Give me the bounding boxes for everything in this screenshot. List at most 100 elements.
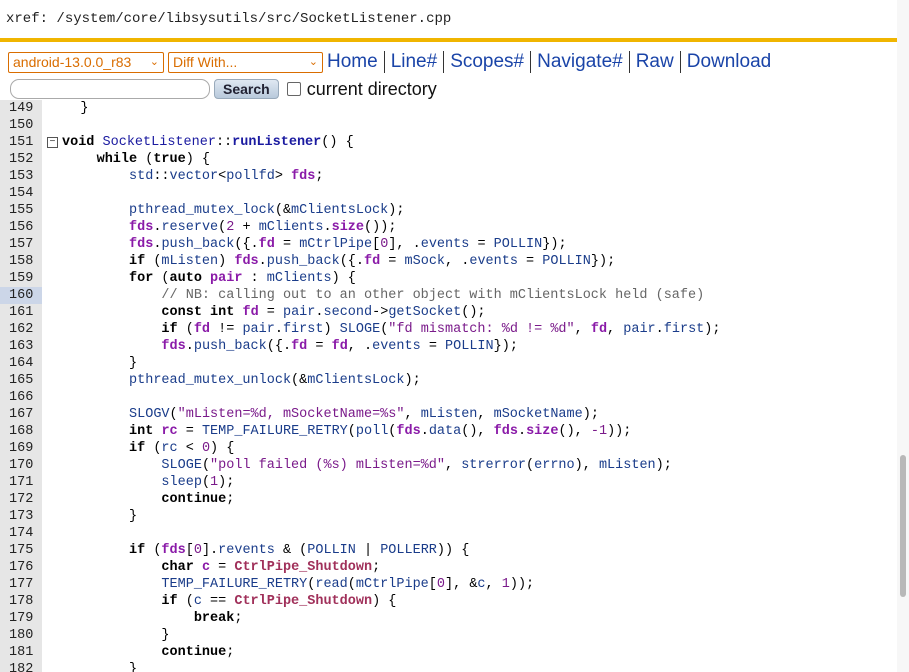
code-line: 158 if (mListen) fds.push_back({.fd = mS… xyxy=(0,253,897,270)
code-line: 155 pthread_mutex_lock(&mClientsLock); xyxy=(0,202,897,219)
line-number[interactable]: 172 xyxy=(0,491,42,508)
home-link[interactable]: Home xyxy=(327,51,378,73)
divider xyxy=(443,51,445,73)
line-number[interactable]: 163 xyxy=(0,338,42,355)
line-number[interactable]: 160 xyxy=(0,287,42,304)
code-line: 152 while (true) { xyxy=(0,151,897,168)
download-link[interactable]: Download xyxy=(687,51,772,73)
code-line: 157 fds.push_back({.fd = mCtrlPipe[0], .… xyxy=(0,236,897,253)
line-number[interactable]: 173 xyxy=(0,508,42,525)
line-number[interactable]: 161 xyxy=(0,304,42,321)
line-number[interactable]: 175 xyxy=(0,542,42,559)
line-number[interactable]: 174 xyxy=(0,525,42,542)
code-text: continue; xyxy=(161,645,235,660)
code-line: 166 xyxy=(0,389,897,406)
code-text: if (c == CtrlPipe_Shutdown) { xyxy=(161,594,397,609)
code-line: 163 fds.push_back({.fd = fd, .events = P… xyxy=(0,338,897,355)
code-line: 171 sleep(1); xyxy=(0,474,897,491)
line-number[interactable]: 150 xyxy=(0,117,42,134)
chevron-down-icon: ⌄ xyxy=(308,55,318,68)
line-number[interactable]: 166 xyxy=(0,389,42,406)
line-number[interactable]: 159 xyxy=(0,270,42,287)
code-line: 178 if (c == CtrlPipe_Shutdown) { xyxy=(0,593,897,610)
search-input[interactable] xyxy=(10,79,210,99)
line-number[interactable]: 170 xyxy=(0,457,42,474)
code-text: fds.reserve(2 + mClients.size()); xyxy=(129,220,397,235)
code-text: } xyxy=(48,628,170,643)
xref-path[interactable]: /system/core/libsysutils/src/SocketListe… xyxy=(56,11,451,27)
line-number[interactable]: 181 xyxy=(0,644,42,661)
code-text: break; xyxy=(193,611,243,626)
line-number[interactable]: 157 xyxy=(0,236,42,253)
line-number[interactable]: 158 xyxy=(0,253,42,270)
code-line: 173 } xyxy=(0,508,897,525)
code-text: if (mListen) fds.push_back({.fd = mSock,… xyxy=(129,254,616,269)
code-line: 172 continue; xyxy=(0,491,897,508)
current-directory-checkbox[interactable] xyxy=(286,82,301,96)
line-number[interactable]: 168 xyxy=(0,423,42,440)
code-text: pthread_mutex_unlock(&mClientsLock); xyxy=(129,373,421,388)
line-numbers-link[interactable]: Line# xyxy=(391,51,438,73)
code-line: 168 int rc = TEMP_FAILURE_RETRY(poll(fds… xyxy=(0,423,897,440)
line-number[interactable]: 154 xyxy=(0,185,42,202)
line-number[interactable]: 164 xyxy=(0,355,42,372)
code-line: 159 for (auto pair : mClients) { xyxy=(0,270,897,287)
code-line: 181 continue; xyxy=(0,644,897,661)
scopes-link[interactable]: Scopes# xyxy=(450,51,524,73)
code-line: 154 xyxy=(0,185,897,202)
code-line: 180 } xyxy=(0,627,897,644)
code-text: const int fd = pair.second->getSocket(); xyxy=(161,305,486,320)
code-text: } xyxy=(48,662,138,672)
line-number[interactable]: 179 xyxy=(0,610,42,627)
line-number[interactable]: 153 xyxy=(0,168,42,185)
code-line: 161 const int fd = pair.second->getSocke… xyxy=(0,304,897,321)
line-number[interactable]: 177 xyxy=(0,576,42,593)
code-text: } xyxy=(48,356,138,371)
code-text: if (rc < 0) { xyxy=(129,441,235,456)
raw-link[interactable]: Raw xyxy=(636,51,674,73)
version-select-value: android-13.0.0_r83 xyxy=(13,53,132,70)
code-text: continue; xyxy=(161,492,235,507)
line-number[interactable]: 169 xyxy=(0,440,42,457)
code-text: int rc = TEMP_FAILURE_RETRY(poll(fds.dat… xyxy=(129,424,632,439)
source-code-view: 149 } 150 151− void SocketListener::runList… xyxy=(0,98,897,672)
line-number[interactable]: 165 xyxy=(0,372,42,389)
code-line: 167 SLOGV("mListen=%d, mSocketName=%s", … xyxy=(0,406,897,423)
scrollbar-thumb[interactable] xyxy=(900,455,906,597)
diff-with-select[interactable]: Diff With... ⌄ xyxy=(168,51,323,73)
code-line: 151− void SocketListener::runListener() { xyxy=(0,134,897,151)
search-button[interactable]: Search xyxy=(214,79,279,99)
code-text: // NB: calling out to an other object wi… xyxy=(161,288,705,303)
divider xyxy=(679,51,681,73)
code-text: SLOGE("poll failed (%s) mListen=%d", str… xyxy=(161,458,672,473)
search-bar: Search current directory xyxy=(0,78,897,100)
line-number[interactable]: 178 xyxy=(0,593,42,610)
fold-toggle-icon[interactable]: − xyxy=(47,137,58,148)
line-number[interactable]: 180 xyxy=(0,627,42,644)
line-number[interactable]: 171 xyxy=(0,474,42,491)
code-line: 182 } xyxy=(0,661,897,672)
navigate-link[interactable]: Navigate# xyxy=(537,51,623,73)
xref-label: xref: xyxy=(6,11,49,27)
line-number[interactable]: 149 xyxy=(0,100,42,117)
code-text: fds.push_back({.fd = mCtrlPipe[0], .even… xyxy=(129,237,567,252)
line-number[interactable]: 167 xyxy=(0,406,42,423)
line-number[interactable]: 152 xyxy=(0,151,42,168)
line-number[interactable]: 155 xyxy=(0,202,42,219)
line-number[interactable]: 176 xyxy=(0,559,42,576)
code-line: 169 if (rc < 0) { xyxy=(0,440,897,457)
code-text: fds.push_back({.fd = fd, .events = POLLI… xyxy=(161,339,518,354)
code-text: SLOGV("mListen=%d, mSocketName=%s", mLis… xyxy=(129,407,599,422)
code-line: 149 } xyxy=(0,100,897,117)
code-text: if (fds[0].revents & (POLLIN | POLLERR))… xyxy=(129,543,470,558)
divider xyxy=(383,51,385,73)
code-line: 150 xyxy=(0,117,897,134)
line-number[interactable]: 151 xyxy=(0,134,42,151)
line-number[interactable]: 182 xyxy=(0,661,42,672)
line-number[interactable]: 162 xyxy=(0,321,42,338)
version-select[interactable]: android-13.0.0_r83 ⌄ xyxy=(8,51,164,73)
divider xyxy=(628,51,630,73)
code-line: 174 xyxy=(0,525,897,542)
line-number[interactable]: 156 xyxy=(0,219,42,236)
code-text: } xyxy=(48,101,89,116)
